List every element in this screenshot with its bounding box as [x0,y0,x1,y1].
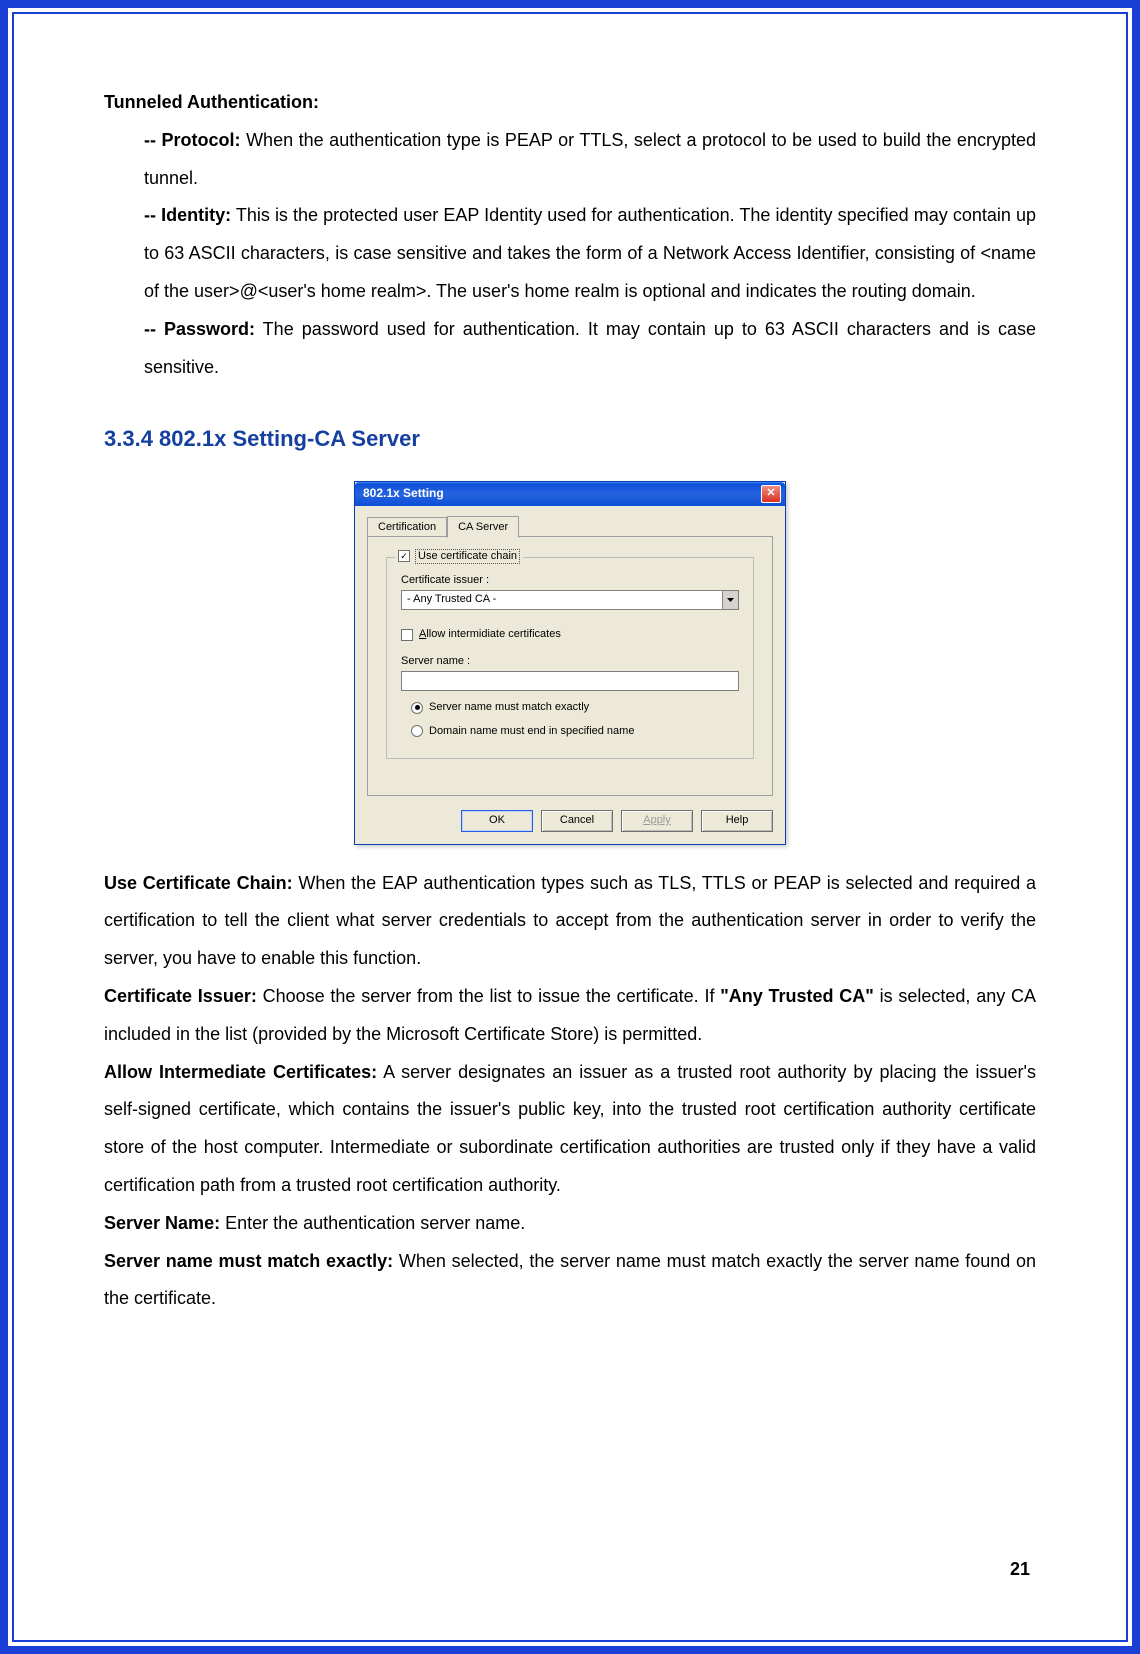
identity-label: -- Identity: [144,205,231,225]
cert-issuer-label: Certificate issuer : [401,574,739,587]
cert-issuer-combo[interactable]: - Any Trusted CA - [401,590,739,610]
dialog-button-row: OK Cancel Apply Help [367,810,773,832]
cert-issuer-value: - Any Trusted CA - [402,593,722,606]
tab-ca-server[interactable]: CA Server [447,516,519,538]
radio-match-exactly[interactable] [411,702,423,714]
dialog-title: 802.1x Setting [363,481,444,506]
radio-domain-end[interactable] [411,725,423,737]
use-cert-chain-paragraph: Use Certificate Chain: When the EAP auth… [104,865,1036,978]
cert-issuer-paragraph: Certificate Issuer: Choose the server fr… [104,978,1036,1054]
server-name-paragraph: Server Name: Enter the authentication se… [104,1205,1036,1243]
apply-button[interactable]: Apply [621,810,693,832]
page-border: Tunneled Authentication: -- Protocol: Wh… [0,0,1140,1654]
protocol-paragraph: -- Protocol: When the authentication typ… [144,122,1036,198]
group-legend: ✓ Use certificate chain [395,549,523,564]
dialog-body: Certification CA Server ✓ Use certificat… [355,506,785,844]
allow-intermediate-paragraph: Allow Intermediate Certificates: A serve… [104,1054,1036,1205]
cert-issuer-text-a: Choose the server from the list to issue… [257,986,720,1006]
server-name-bold: Server Name: [104,1213,220,1233]
server-name-input[interactable] [401,671,739,691]
allow-intermediate-bold: Allow Intermediate Certificates: [104,1062,377,1082]
chevron-down-icon [722,591,738,609]
groupbox-cert-chain: ✓ Use certificate chain Certificate issu… [386,557,754,759]
password-paragraph: -- Password: The password used for authe… [144,311,1036,387]
allow-intermediate-label: Allow intermidiate certificates [419,628,561,641]
allow-intermediate-row: Allow intermidiate certificates [401,628,739,641]
tab-strip: Certification CA Server [367,516,773,537]
use-cert-chain-checkbox[interactable]: ✓ [398,550,410,562]
document-content: Tunneled Authentication: -- Protocol: Wh… [104,84,1036,1318]
page-inner-border: Tunneled Authentication: -- Protocol: Wh… [12,12,1128,1642]
section-heading: 3.3.4 802.1x Setting-CA Server [104,416,1036,462]
close-icon: ✕ [766,488,775,499]
identity-text: This is the protected user EAP Identity … [144,205,1036,301]
server-name-label: Server name : [401,655,739,668]
use-cert-chain-bold: Use Certificate Chain: [104,873,293,893]
protocol-label: -- Protocol: [144,130,241,150]
password-text: The password used for authentication. It… [144,319,1036,377]
cancel-button[interactable]: Cancel [541,810,613,832]
dialog-screenshot: 802.1x Setting ✕ Certification CA Server [104,481,1036,845]
titlebar: 802.1x Setting ✕ [355,482,785,506]
cert-issuer-any-trusted: "Any Trusted CA" [720,986,874,1006]
protocol-text: When the authentication type is PEAP or … [144,130,1036,188]
radio-match-exactly-row: Server name must match exactly [411,701,739,714]
server-name-text: Enter the authentication server name. [220,1213,525,1233]
cert-issuer-bold: Certificate Issuer: [104,986,257,1006]
server-match-bold: Server name must match exactly: [104,1251,393,1271]
dialog-window: 802.1x Setting ✕ Certification CA Server [354,481,786,845]
radio-match-exactly-label: Server name must match exactly [429,701,589,714]
password-label: -- Password: [144,319,255,339]
help-button[interactable]: Help [701,810,773,832]
identity-paragraph: -- Identity: This is the protected user … [144,197,1036,310]
radio-domain-end-label: Domain name must end in specified name [429,725,634,738]
use-cert-chain-label: Use certificate chain [415,549,520,564]
tab-certification[interactable]: Certification [367,517,447,537]
ok-button[interactable]: OK [461,810,533,832]
close-button[interactable]: ✕ [761,485,781,503]
tab-panel: ✓ Use certificate chain Certificate issu… [367,536,773,796]
allow-intermediate-checkbox[interactable] [401,629,413,641]
page-number: 21 [1010,1559,1030,1580]
tunneled-auth-heading: Tunneled Authentication: [104,84,1036,122]
server-match-paragraph: Server name must match exactly: When sel… [104,1243,1036,1319]
radio-domain-end-row: Domain name must end in specified name [411,725,739,738]
